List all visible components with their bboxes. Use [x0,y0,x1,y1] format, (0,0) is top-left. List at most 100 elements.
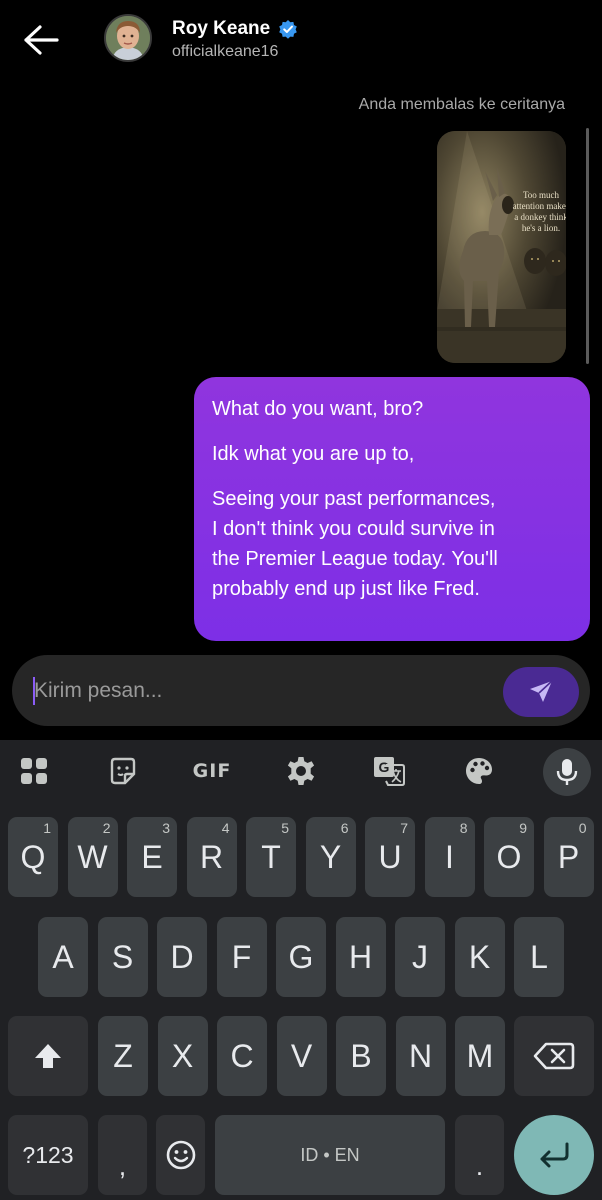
verified-badge-icon [279,20,298,39]
emoji-icon [166,1140,195,1170]
key-k[interactable]: K [454,917,505,997]
key-i[interactable]: I8 [424,817,475,897]
story-caption-line: a donkey think [514,212,566,222]
backspace-icon [533,1042,575,1070]
key-label: O [496,838,522,875]
back-button[interactable] [14,18,70,62]
period-key[interactable]: . [455,1115,504,1195]
key-r[interactable]: R4 [186,817,237,897]
key-label: J [412,938,428,975]
contact-name: Roy Keane [172,18,271,39]
translate-icon: G [374,757,405,786]
key-hint: 9 [519,820,527,836]
key-label: X [171,1037,194,1074]
voice-input-button[interactable] [543,748,591,796]
text-caret [33,677,35,705]
gif-button[interactable]: GIF [190,756,234,786]
story-caption-line: Too much [523,190,560,200]
key-u[interactable]: U7 [365,817,415,897]
message-line: probably end up just like Fred. [212,578,480,600]
profile-photo [106,16,150,60]
sticker-button[interactable] [106,756,140,786]
key-n[interactable]: N [395,1016,446,1096]
key-label: L [530,938,548,975]
key-v[interactable]: V [276,1016,327,1096]
key-a[interactable]: A [38,917,88,997]
palette-icon [466,758,492,784]
theme-button[interactable] [462,756,496,786]
message-bubble[interactable]: What do you want, bro? Idk what you are … [194,377,590,641]
key-h[interactable]: H [335,917,386,997]
comma-key[interactable]: , [98,1115,147,1195]
key-label: M [466,1037,494,1074]
key-g[interactable]: G [276,917,326,997]
key-label: Z [113,1037,133,1074]
key-label: S [111,938,134,975]
translate-button[interactable]: G [372,756,406,786]
key-o[interactable]: O9 [484,817,534,897]
message-input[interactable] [34,673,474,709]
chat-scrollbar[interactable] [586,128,589,364]
shift-key[interactable] [8,1016,88,1096]
key-label: K [468,938,491,975]
contact-name-row[interactable]: Roy Keane [172,16,298,42]
apps-button[interactable] [17,756,51,786]
key-e[interactable]: E3 [127,817,177,897]
key-z[interactable]: Z [98,1016,148,1096]
message-line: the Premier League today. You'll [212,548,498,570]
message-gap [212,424,572,439]
message-line: I don't think you could survive in [212,518,495,540]
key-label: C [230,1037,254,1074]
message-line: What do you want, bro? [212,398,424,420]
apps-grid-icon [21,758,47,784]
emoji-key[interactable] [156,1115,205,1195]
key-q[interactable]: Q1 [8,817,58,897]
key-x[interactable]: X [157,1016,208,1096]
settings-button[interactable] [284,756,318,786]
shift-icon [35,1044,61,1068]
key-label: B [350,1037,372,1074]
key-j[interactable]: J [395,917,445,997]
symbols-label: ?123 [22,1141,74,1168]
key-label: N [408,1037,433,1074]
key-b[interactable]: B [336,1016,386,1096]
key-label: E [141,838,163,875]
key-s[interactable]: S [97,917,148,997]
key-hint: 8 [459,820,468,836]
key-label: G [288,938,314,975]
send-icon [530,680,553,702]
key-label: D [170,938,194,975]
story-thumbnail[interactable]: Too much attention makes a donkey think … [437,131,566,363]
avatar[interactable] [104,14,152,62]
key-f[interactable]: F [216,917,267,997]
key-hint: 1 [43,820,51,836]
key-hint: 7 [400,820,408,836]
gear-icon [287,757,315,785]
story-reply-note: Anda membalas ke ceritanya [358,96,565,113]
svg-text:G: G [379,759,390,775]
key-d[interactable]: D [157,917,207,997]
key-hint: 0 [578,820,587,836]
key-hint: 6 [340,820,349,836]
key-label: A [52,938,74,975]
backspace-key[interactable] [514,1016,594,1096]
key-y[interactable]: Y6 [305,817,356,897]
space-key[interactable]: ID • EN [215,1115,445,1195]
key-label: P [557,838,580,875]
key-t[interactable]: T5 [246,817,296,897]
key-hint: 3 [162,820,170,836]
arrow-left-icon [24,25,59,55]
symbols-key[interactable]: ?123 [8,1115,88,1195]
key-m[interactable]: M [455,1016,505,1096]
send-button[interactable] [503,667,579,717]
key-p[interactable]: P0 [543,817,594,897]
story-caption-line: he's a lion. [522,223,560,233]
key-w[interactable]: W2 [67,817,118,897]
comma-label: , [118,1150,127,1181]
enter-icon [540,1142,569,1168]
key-label: H [348,938,373,975]
key-hint: 2 [102,820,111,836]
enter-key[interactable] [514,1115,594,1195]
key-l[interactable]: L [514,917,564,997]
key-c[interactable]: C [217,1016,267,1096]
